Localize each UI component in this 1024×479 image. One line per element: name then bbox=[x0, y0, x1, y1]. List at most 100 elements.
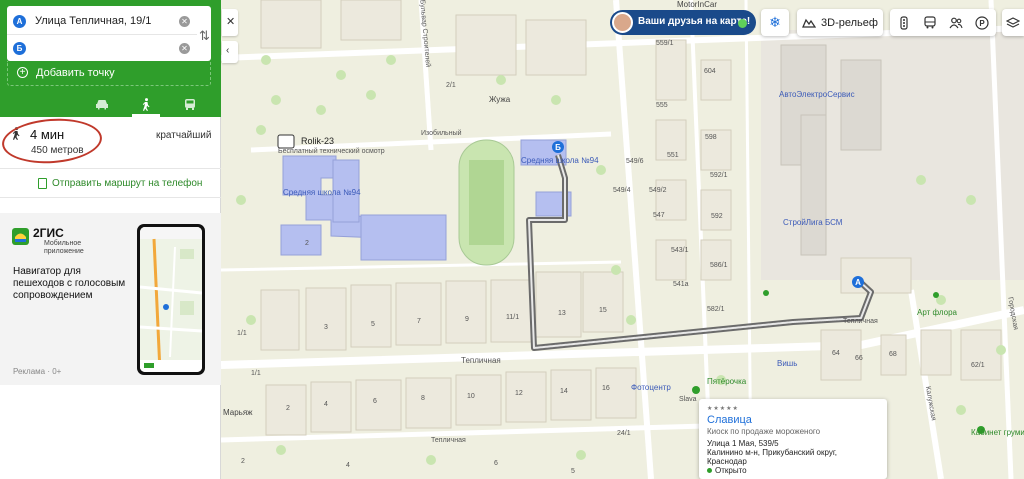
place-popup[interactable]: ★★★★★ Славица Киоск по продаже мороженог… bbox=[699, 399, 887, 479]
friends-on-map-banner[interactable]: Ваши друзья на карте! bbox=[610, 10, 756, 35]
point-b-marker: Б bbox=[13, 42, 26, 55]
open-status-icon bbox=[707, 468, 712, 473]
point-a-field[interactable]: А Улица Тепличная, 19/1 ✕ bbox=[7, 8, 197, 35]
2gis-logo-icon bbox=[12, 228, 29, 245]
point-a-input[interactable]: Улица Тепличная, 19/1 bbox=[35, 15, 151, 27]
route-tag: кратчайший bbox=[156, 130, 212, 141]
friends-label: Ваши друзья на карте! bbox=[638, 16, 751, 27]
house-number: 604 bbox=[704, 68, 716, 75]
poi-label[interactable]: Арт флора bbox=[917, 308, 957, 317]
house-number: 14 bbox=[560, 388, 568, 395]
3d-relief-button[interactable]: 3D-рельеф bbox=[797, 9, 883, 36]
poi-label[interactable]: Марьяж bbox=[223, 408, 253, 417]
house-number: 543/1 bbox=[671, 247, 689, 254]
house-number: 12 bbox=[515, 390, 523, 397]
collapse-panel-button[interactable]: ✕ bbox=[222, 9, 238, 36]
house-number: 586/1 bbox=[710, 262, 728, 269]
ad-subtitle-line1: Мобильное bbox=[44, 240, 82, 247]
house-number: 549/4 bbox=[613, 187, 631, 194]
avatar bbox=[612, 12, 633, 33]
house-number: 559/1 bbox=[656, 40, 674, 47]
poi-label[interactable]: Средняя школа №94 bbox=[283, 188, 361, 197]
street-label: Тепличная bbox=[461, 356, 501, 365]
traffic-button[interactable] bbox=[891, 9, 917, 36]
route-form: А Улица Тепличная, 19/1 ✕ Б ✕ ⇅ + Добави… bbox=[0, 0, 221, 117]
poi-label: Бесплатный технический осмотр bbox=[278, 148, 385, 155]
snowflake-icon: ❄ bbox=[769, 14, 781, 30]
place-status: Открыто bbox=[715, 466, 747, 475]
clear-b-icon[interactable]: ✕ bbox=[179, 43, 190, 54]
street-label: Тепличная bbox=[431, 437, 466, 444]
house-number: 555 bbox=[656, 102, 668, 109]
poi-label[interactable]: Средняя школа №94 bbox=[521, 156, 599, 165]
ad-text: Навигатор для пешеходов с голосовым сопр… bbox=[13, 266, 126, 301]
street-label: Тепличная bbox=[843, 318, 878, 325]
place-title[interactable]: Славица bbox=[707, 414, 752, 426]
poi-label[interactable]: Фотоцентр bbox=[631, 383, 671, 392]
transport-button[interactable] bbox=[917, 9, 943, 36]
svg-text:P: P bbox=[979, 19, 985, 28]
house-number: 5 bbox=[371, 321, 375, 328]
house-number: 16 bbox=[602, 385, 610, 392]
poi-label[interactable]: Вишь bbox=[777, 359, 797, 368]
house-number: 6 bbox=[373, 398, 377, 405]
place-address-line3: Краснодар bbox=[707, 457, 747, 466]
poi-label[interactable]: АвтоЭлектроСервис bbox=[779, 90, 855, 99]
route-inputs: А Улица Тепличная, 19/1 ✕ Б ✕ ⇅ bbox=[7, 6, 211, 61]
house-number: 15 bbox=[599, 307, 607, 314]
house-number: 7 bbox=[417, 318, 421, 325]
ad-banner[interactable]: 2ГИС Мобильное приложение Навигатор для … bbox=[0, 213, 221, 385]
house-number: 598 bbox=[705, 134, 717, 141]
swap-points-icon[interactable]: ⇅ bbox=[199, 28, 210, 44]
poi-label[interactable]: Жужа bbox=[489, 95, 510, 104]
point-a-marker: А bbox=[13, 15, 26, 28]
poi-label[interactable]: Пятёрочка bbox=[707, 377, 746, 386]
close-icon: ✕ bbox=[226, 16, 236, 28]
house-number: 2 bbox=[241, 458, 245, 465]
plus-circle-icon: + bbox=[17, 67, 28, 78]
poi-label[interactable]: СтройЛига БСМ bbox=[783, 218, 842, 227]
house-number: 547 bbox=[653, 212, 665, 219]
layers-icon bbox=[1006, 16, 1020, 28]
ad-subtitle-line2: приложение bbox=[44, 248, 84, 255]
poi-label[interactable]: MotorInCar bbox=[677, 0, 717, 9]
friends-button[interactable] bbox=[943, 9, 969, 36]
send-to-phone-link[interactable]: Отправить маршрут на телефон bbox=[0, 169, 221, 198]
house-number: 1/1 bbox=[237, 330, 247, 337]
map-layer[interactable]: A Б bbox=[221, 0, 1024, 479]
send-to-phone-label: Отправить маршрут на телефон bbox=[52, 178, 203, 189]
poi-label: Slava bbox=[679, 396, 697, 403]
house-number: 549/6 bbox=[626, 158, 644, 165]
snow-button[interactable]: ❄ bbox=[761, 9, 789, 36]
house-number: 68 bbox=[889, 351, 897, 358]
layers-button[interactable] bbox=[1002, 9, 1024, 36]
clear-a-icon[interactable]: ✕ bbox=[179, 16, 190, 27]
route-panel: А Улица Тепличная, 19/1 ✕ Б ✕ ⇅ + Добави… bbox=[0, 0, 221, 479]
street-label: Изобильный bbox=[421, 130, 462, 137]
ad-brand: 2ГИС bbox=[33, 226, 64, 240]
house-number: 9 bbox=[465, 316, 469, 323]
tab-pedestrian[interactable] bbox=[124, 91, 168, 117]
traffic-light-icon bbox=[900, 15, 908, 30]
house-number: 8 bbox=[421, 395, 425, 402]
people-icon bbox=[949, 17, 963, 28]
relief-label: 3D-рельеф bbox=[821, 16, 878, 29]
poi-label[interactable]: Кабинет груминга bbox=[971, 428, 1024, 437]
transport-mode-tabs bbox=[0, 91, 221, 117]
online-dot-icon bbox=[738, 19, 747, 28]
add-point-button[interactable]: + Добавить точку bbox=[7, 61, 211, 86]
tab-bus[interactable] bbox=[168, 91, 212, 117]
svg-text:A: A bbox=[855, 278, 861, 287]
chevron-left-icon: ‹ bbox=[226, 45, 230, 56]
house-number: 10 bbox=[467, 393, 475, 400]
relief-icon bbox=[802, 18, 817, 28]
poi-label[interactable]: Rolik-23 bbox=[301, 136, 334, 146]
parking-button[interactable]: P bbox=[969, 9, 995, 36]
map-canvas[interactable]: A Б Rolik-23 Бесплатный технический осмо… bbox=[221, 0, 1024, 479]
point-b-field[interactable]: Б ✕ bbox=[7, 35, 197, 62]
tab-car[interactable] bbox=[80, 91, 124, 117]
house-number: 549/2 bbox=[649, 187, 667, 194]
house-number: 1/1 bbox=[251, 370, 261, 377]
hide-panel-button[interactable]: ‹ bbox=[222, 41, 238, 63]
phone-icon bbox=[38, 178, 47, 189]
